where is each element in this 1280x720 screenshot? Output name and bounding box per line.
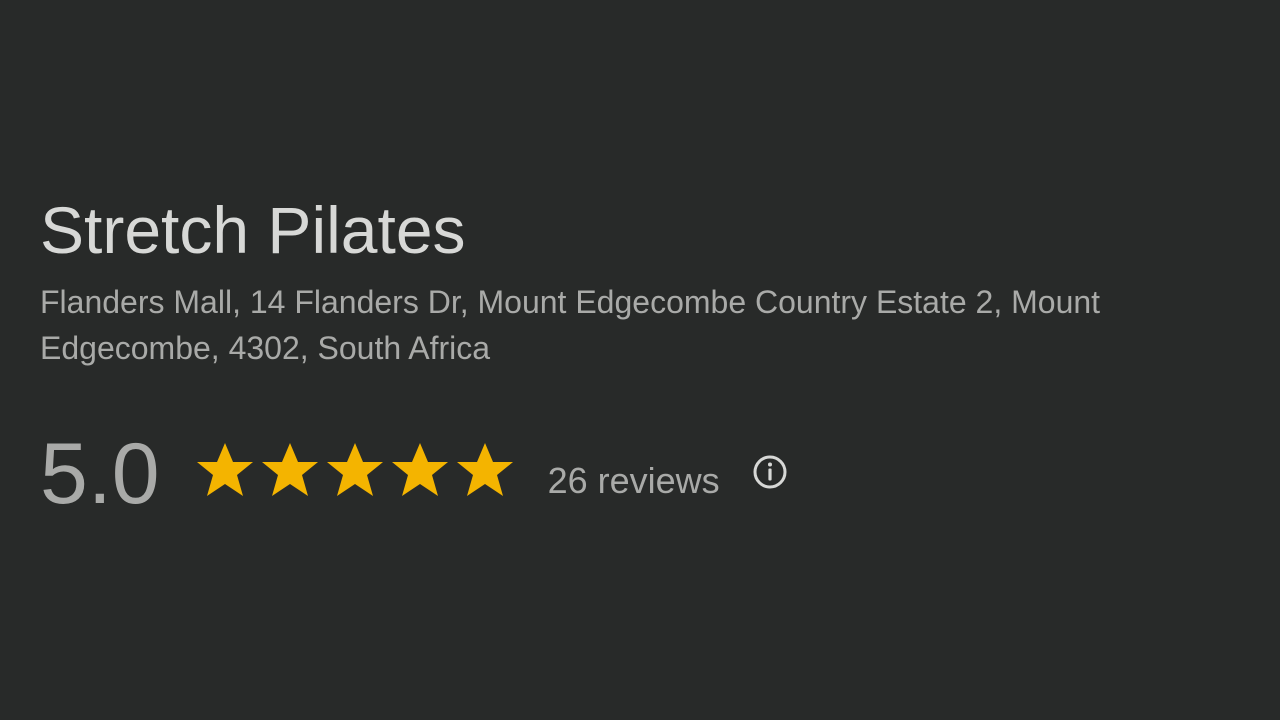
- star-icon: [261, 443, 318, 496]
- star-icon: [456, 443, 513, 496]
- place-summary-panel: Stretch Pilates Flanders Mall, 14 Flande…: [40, 190, 1260, 522]
- reviews-count-link[interactable]: 26 reviews: [548, 459, 720, 503]
- rating-value: 5.0: [40, 426, 160, 522]
- star-icon: [391, 443, 448, 496]
- place-address: Flanders Mall, 14 Flanders Dr, Mount Edg…: [40, 284, 1101, 366]
- rating-stars: [193, 439, 518, 503]
- star-icon: [196, 443, 253, 496]
- info-icon[interactable]: [752, 454, 788, 490]
- rating-row: 5.0 26 reviews: [40, 424, 788, 524]
- star-icon: [326, 443, 383, 496]
- place-title: Stretch Pilates: [40, 193, 466, 267]
